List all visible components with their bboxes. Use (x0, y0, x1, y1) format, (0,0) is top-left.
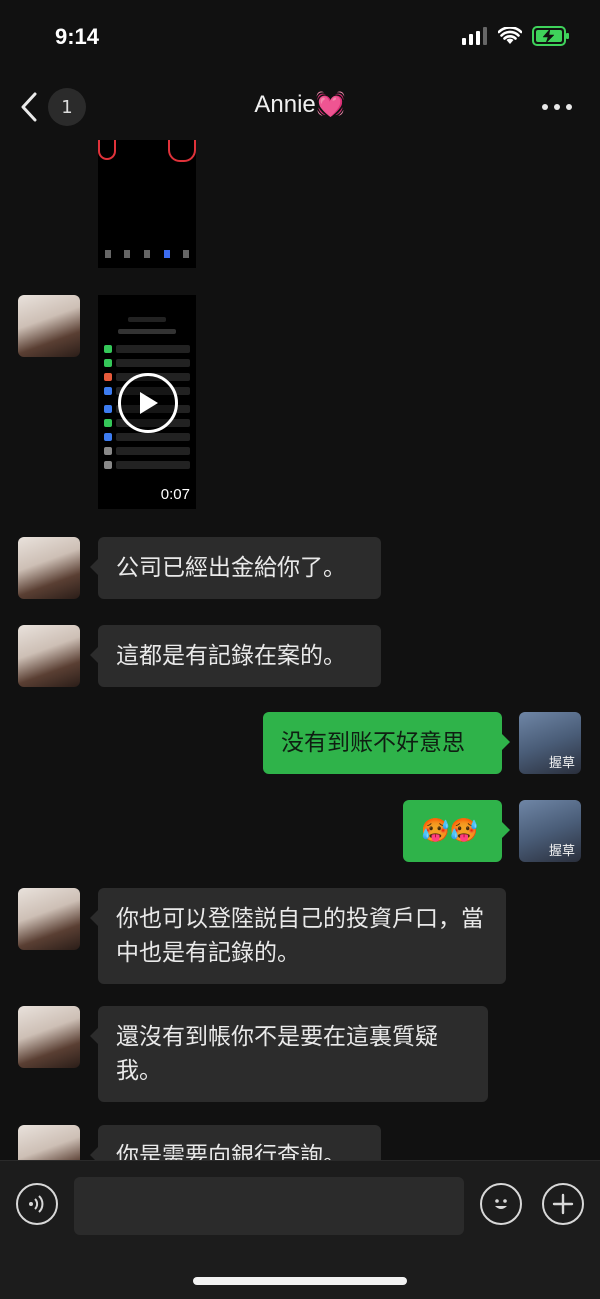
more-dot-icon (542, 104, 548, 110)
battery-charging-icon (532, 26, 569, 46)
cellular-signal-icon (462, 27, 487, 45)
play-button[interactable] (118, 373, 178, 433)
contact-avatar[interactable] (18, 295, 80, 357)
voice-icon (29, 1195, 44, 1213)
contact-avatar[interactable] (18, 625, 80, 687)
video-message-thumbnail[interactable]: 0:07 (98, 295, 196, 509)
thumbnail-highlight-left (98, 140, 116, 160)
contact-avatar[interactable] (18, 1125, 80, 1160)
emoji-button[interactable] (480, 1183, 522, 1225)
incoming-message[interactable]: 還沒有到帳你不是要在這裏質疑我。 (90, 1006, 488, 1102)
more-dot-icon (554, 104, 560, 110)
status-icons (462, 26, 570, 46)
incoming-message[interactable]: 公司已經出金給你了。 (90, 537, 381, 599)
avatar-caption: 握草 (548, 756, 575, 771)
contact-avatar[interactable] (18, 537, 80, 599)
more-actions-button[interactable] (542, 1183, 584, 1225)
video-duration: 0:07 (160, 486, 190, 503)
incoming-message[interactable]: 這都是有記錄在案的。 (90, 625, 381, 687)
plus-icon (552, 1193, 574, 1215)
wifi-icon (498, 27, 522, 44)
outgoing-message[interactable]: 🥵🥵 (403, 800, 510, 862)
more-options-button[interactable] (542, 104, 572, 110)
status-time: 9:14 (55, 24, 100, 49)
contact-avatar[interactable] (18, 1006, 80, 1068)
home-indicator[interactable] (193, 1277, 407, 1285)
voice-input-button[interactable] (16, 1183, 58, 1225)
play-icon (140, 392, 158, 414)
thumbnail-highlight-right (168, 140, 196, 162)
contact-avatar[interactable] (18, 888, 80, 950)
smiley-icon (495, 1199, 507, 1209)
thumbnail-tabbar (98, 242, 196, 266)
message-input[interactable] (74, 1177, 464, 1235)
message-list[interactable]: 0:07 公司已經出金給你了。 這都是有記錄在案的。 没有到账不好意思 握草 🥵… (0, 140, 600, 1160)
incoming-message[interactable]: 你是需要向銀行查詢。 (90, 1125, 381, 1160)
incoming-message[interactable]: 你也可以登陸説自己的投資戶口，當中也是有記錄的。 (90, 888, 506, 984)
chat-header: 1 Annie💓 (0, 70, 600, 142)
image-message-thumbnail[interactable] (98, 140, 196, 268)
chat-title: Annie💓 (254, 91, 346, 118)
outgoing-message[interactable]: 没有到账不好意思 (263, 712, 510, 774)
avatar-caption: 握草 (548, 844, 575, 859)
status-bar: 9:14 (0, 0, 600, 70)
self-avatar[interactable]: 握草 (519, 800, 581, 862)
more-dot-icon (566, 104, 572, 110)
self-avatar[interactable]: 握草 (519, 712, 581, 774)
